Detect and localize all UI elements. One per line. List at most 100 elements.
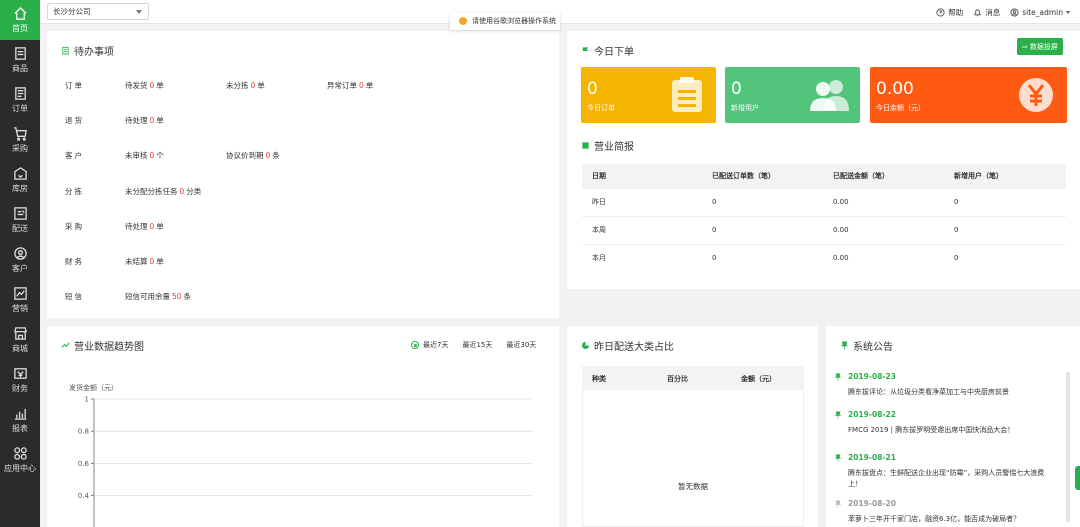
stat-value: 0: [731, 79, 742, 99]
pin-icon: [834, 410, 842, 419]
flag-icon: [582, 47, 589, 55]
sidebar-item-orders[interactable]: 订单: [0, 80, 40, 120]
sidebar-item-label: 库房: [12, 184, 28, 193]
data-screen-button[interactable]: ⇨ 数据投屏: [1017, 38, 1063, 55]
todo-item-link[interactable]: 短信可用余量 50 条: [125, 291, 191, 302]
todo-item-link[interactable]: 异常订单 0 单: [327, 80, 373, 91]
todo-item-count: 0: [149, 151, 155, 160]
apps-icon: [13, 447, 27, 460]
top-bar: 长沙分公司 帮助 消息 site_admin: [40, 0, 1080, 24]
pin-icon: [834, 453, 842, 462]
todo-category: 采购: [65, 222, 84, 231]
todo-item-text: 异常订单: [327, 81, 357, 90]
empty-text: 暂无数据: [678, 482, 708, 491]
messages-link[interactable]: 消息: [973, 7, 1000, 18]
browser-notice: 请使用谷歌浏览器操作系统: [450, 12, 560, 30]
warehouse-icon: [13, 167, 27, 180]
todo-item-count: 0: [359, 81, 364, 90]
range-7-days[interactable]: 最近7天: [411, 340, 448, 350]
sidebar-item-report[interactable]: 报表: [0, 400, 40, 440]
users-icon: [810, 80, 849, 111]
todo-item-text: 短信可用余量: [125, 292, 170, 301]
side-tab[interactable]: [1075, 466, 1080, 490]
todo-title-text: 待办事项: [74, 47, 114, 58]
todo-item-unit: 分类: [186, 187, 202, 196]
todo-item-link[interactable]: 未审核 0 个: [125, 150, 164, 161]
trend-chart: 1 0.8 0.6 0.4: [78, 396, 533, 527]
sidebar-item-store[interactable]: 商城: [0, 320, 40, 360]
sidebar-item-marketing[interactable]: 营销: [0, 280, 40, 320]
sidebar-item-purchase[interactable]: 采购: [0, 120, 40, 160]
todo-item-unit: 单: [257, 81, 265, 90]
help-label: 帮助: [948, 7, 964, 17]
chevron-down-icon: [136, 10, 142, 14]
yuan-icon: [1019, 78, 1053, 112]
range-label: 最近15天: [462, 341, 493, 349]
todo-item-unit: 单: [365, 81, 374, 90]
todo-item-count: 0: [149, 116, 155, 125]
todo-item-unit: 条: [272, 151, 280, 160]
range-15-days[interactable]: 最近15天: [462, 340, 492, 350]
announcement-date-text: 2019-08-20: [848, 499, 896, 508]
todo-item-unit: 单: [156, 222, 164, 231]
todo-item-count: 0: [149, 222, 155, 231]
announcement-item[interactable]: 2019-08-22 FMCG 2019 | 腾东拔罗明受邀出席中国快消品大会！: [834, 410, 1049, 436]
todo-category: 分拣: [65, 187, 84, 196]
table-row: 本周 0 0.00 0: [582, 215, 1066, 244]
finance-icon: [13, 368, 27, 379]
category-share-title-text: 昨日配送大类占比: [594, 342, 674, 353]
user-menu[interactable]: site_admin: [1010, 8, 1070, 17]
todo-item-count: 0: [250, 81, 256, 90]
company-select[interactable]: 长沙分公司: [47, 3, 149, 20]
category-share-title: 昨日配送大类占比: [581, 338, 674, 353]
company-select-value: 长沙分公司: [53, 7, 91, 16]
sidebar-item-home[interactable]: 首页: [0, 0, 40, 40]
sidebar-item-label: 报表: [12, 424, 28, 433]
help-link[interactable]: 帮助: [936, 7, 963, 18]
todo-item-link[interactable]: 未结算 0 单: [125, 256, 164, 267]
todo-item-link[interactable]: 待发货 0 单: [125, 80, 164, 91]
trend-title: 营业数据趋势图: [61, 338, 144, 353]
sidebar-item-delivery[interactable]: 配送: [0, 200, 40, 240]
sidebar-item-label: 商品: [12, 64, 28, 73]
announcement-item[interactable]: 2019-08-23 腾东拔评论：从垃圾分类看净菜加工与中央厨房前景: [834, 372, 1049, 398]
sidebar-item-warehouse[interactable]: 库房: [0, 160, 40, 200]
category-table-body: 暂无数据: [582, 390, 804, 527]
sidebar-item-customer[interactable]: 客户: [0, 240, 40, 280]
sidebar-item-apps[interactable]: 应用中心: [0, 440, 40, 480]
table-cell: 0: [944, 243, 1066, 272]
todo-item-text: 协议价到期: [226, 151, 264, 160]
announcement-item[interactable]: 2019-08-21 腾东拔盘点：生鲜配送企业出现“防霉”，采购人员警惕七大浪费上…: [834, 453, 1049, 490]
messages-label: 消息: [985, 7, 1001, 17]
todo-item-link[interactable]: 协议价到期 0 条: [226, 150, 280, 161]
stat-label: 今日金额（元）: [876, 104, 925, 112]
home-icon: [13, 6, 27, 20]
clipboard-icon: [62, 46, 69, 55]
todo-item-unit: 单: [156, 81, 164, 90]
sidebar-item-goods[interactable]: 商品: [0, 40, 40, 80]
sidebar-item-finance[interactable]: 财务: [0, 360, 40, 400]
announcement-item[interactable]: 2019-08-20 苯萝卜三年开千家门店，融资6.3亿，能否成为破局者？: [834, 499, 1049, 525]
table-cell: 本周: [582, 215, 702, 244]
todo-item-link[interactable]: 待处理 0 单: [125, 221, 164, 232]
scrollbar[interactable]: [1066, 372, 1070, 522]
todo-item-count: 0: [179, 187, 185, 196]
customer-icon: [13, 247, 27, 260]
table-cell: 0: [702, 215, 823, 244]
todo-item-text: 未分拣: [226, 81, 249, 90]
announcements-title-text: 系统公告: [853, 342, 893, 353]
todo-item-link[interactable]: 未分配分拣任务 0 分类: [125, 186, 201, 197]
stat-label: 新增用户: [731, 104, 759, 112]
clipboard-icon: [672, 77, 702, 112]
range-30-days[interactable]: 最近30天: [506, 340, 536, 350]
sidebar-item-label: 采购: [12, 144, 28, 153]
table-cell: 0.00: [823, 215, 944, 244]
todo-item-link[interactable]: 待处理 0 单: [125, 115, 164, 126]
announcements-panel: 系统公告 2019-08-23 腾东拔评论：从垃圾分类看净菜加工与中央厨房前景 20…: [826, 326, 1080, 527]
todo-item-link[interactable]: 未分拣 0 单: [226, 80, 265, 91]
trend-panel: 营业数据趋势图 最近7天 最近15天 最近30天 发货金额（元） 1 0.8 0.6…: [47, 326, 559, 527]
sidebar-item-label: 订单: [12, 104, 28, 113]
announcement-text: FMCG 2019 | 腾东拔罗明受邀出席中国快消品大会！: [848, 426, 1015, 434]
bell-icon: [973, 8, 982, 16]
table-cell: 本月: [582, 243, 702, 272]
